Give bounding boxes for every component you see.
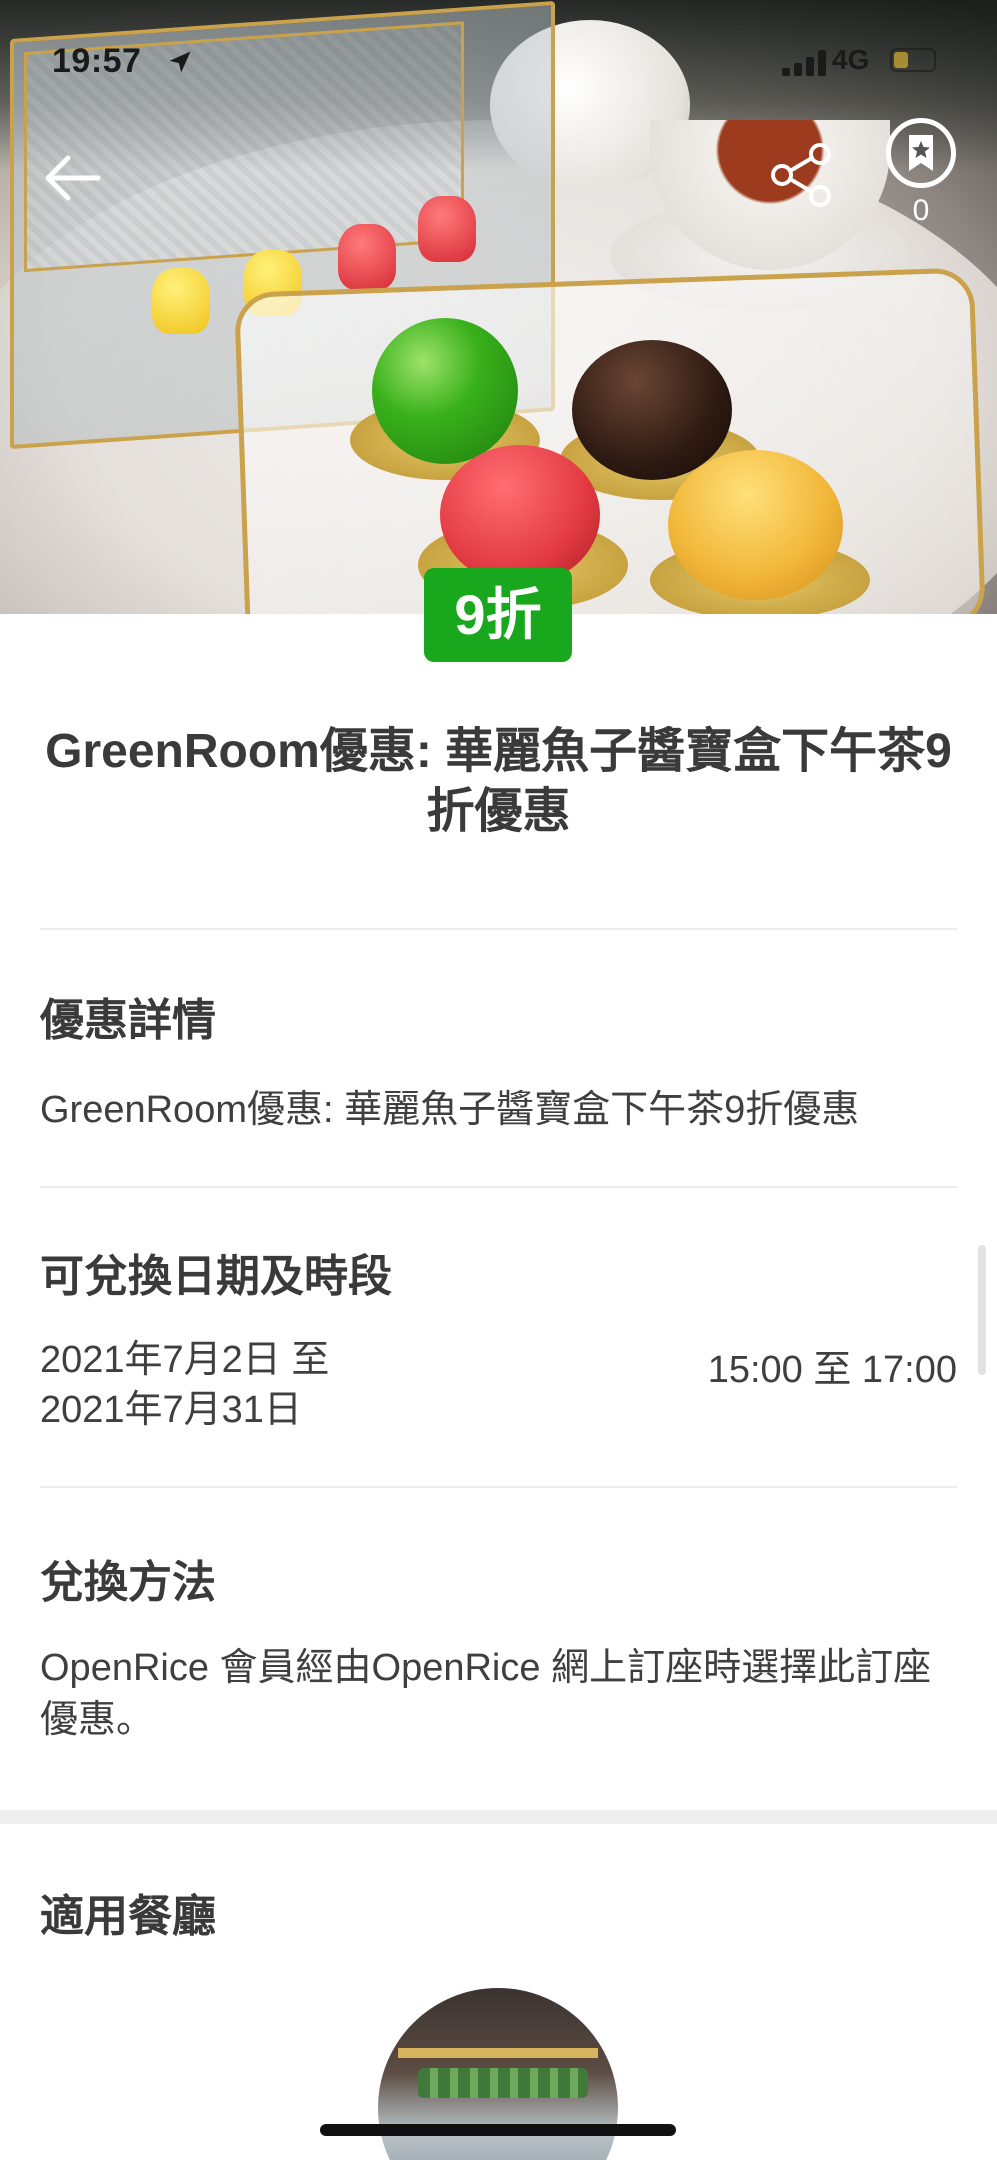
mini-dessert [152, 268, 210, 334]
bookmark-count: 0 [912, 194, 930, 227]
status-bar: 19:57 4G [0, 0, 997, 120]
status-time: 19:57 [52, 42, 142, 80]
share-icon [771, 143, 831, 207]
redeem-date-from: 2021年7月2日 至 [40, 1339, 330, 1381]
green-apple-cake [372, 318, 518, 464]
signal-icon [782, 50, 828, 76]
divider [40, 1486, 957, 1488]
home-indicator[interactable] [320, 2124, 676, 2136]
share-button[interactable] [768, 140, 838, 210]
mango-cake [668, 450, 843, 600]
divider [40, 1186, 957, 1188]
details-heading: 優惠詳情 [40, 996, 216, 1045]
redeem-time-range: 15:00 至 17:00 [707, 1349, 957, 1391]
redeem-method-heading: 兌換方法 [40, 1558, 216, 1607]
section-separator [0, 1810, 997, 1824]
scrollbar[interactable] [978, 1245, 986, 1375]
network-type: 4G [832, 44, 870, 75]
offer-title: GreenRoom優惠: 華麗魚子醬寶盒下午茶9折優惠 [45, 725, 952, 838]
discount-badge: 9折 [424, 568, 572, 662]
mini-dessert [338, 224, 396, 290]
back-button[interactable] [40, 145, 106, 211]
bookmark-icon [909, 135, 933, 171]
location-arrow-icon [169, 51, 191, 73]
restaurant-shelf [398, 2048, 598, 2058]
redeem-method-text: OpenRice 會員經由OpenRice 網上訂座時選擇此訂座優惠。 [40, 1647, 932, 1741]
redeem-period-heading: 可兌換日期及時段 [40, 1252, 392, 1301]
details-text: GreenRoom優惠: 華麗魚子醬寶盒下午茶9折優惠 [40, 1089, 860, 1131]
mini-dessert [418, 196, 476, 262]
redeem-date-to: 2021年7月31日 [40, 1389, 302, 1431]
battery-icon [890, 48, 936, 72]
arrow-left-icon [45, 155, 101, 201]
divider [40, 928, 957, 930]
bookmark-button[interactable] [886, 118, 956, 188]
red-mousse-cake [440, 445, 600, 585]
chocolate-dome-cake [572, 340, 732, 480]
restaurants-heading: 適用餐廳 [40, 1892, 216, 1941]
restaurant-plants [418, 2068, 588, 2098]
